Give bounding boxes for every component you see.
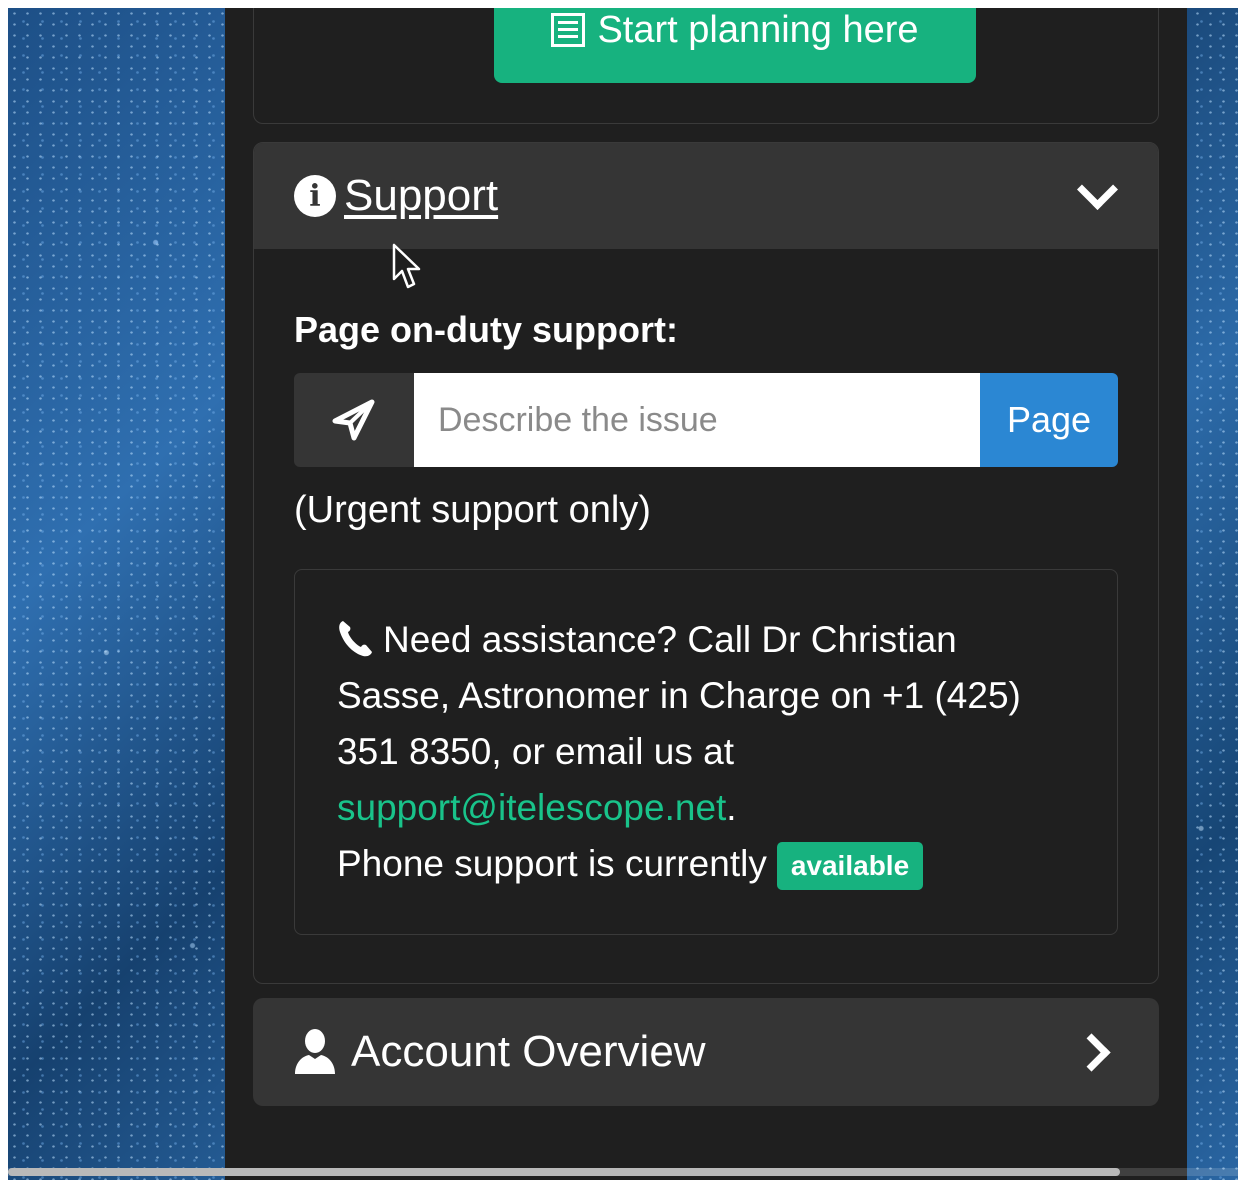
assistance-text: Need assistance? Call Dr Christian Sasse…	[337, 619, 1021, 772]
page-button[interactable]: Page	[980, 373, 1118, 467]
info-circle-icon: i	[294, 175, 336, 217]
start-planning-button[interactable]: Start planning here	[494, 8, 976, 83]
urgent-support-note: (Urgent support only)	[294, 489, 651, 531]
support-email-link[interactable]: support@itelescope.net	[337, 787, 726, 828]
user-icon	[295, 1029, 335, 1074]
scrollbar-thumb[interactable]	[8, 1168, 1120, 1176]
support-card: i Support Page on-duty support: Page (Ur	[253, 142, 1159, 984]
support-title-link[interactable]: Support	[344, 171, 498, 221]
horizontal-scrollbar[interactable]	[8, 1168, 1238, 1176]
phone-icon	[339, 621, 372, 657]
planning-card: Start planning here	[253, 8, 1159, 124]
app-frame: Start planning here i Support Page on-du…	[8, 8, 1238, 1180]
start-planning-label: Start planning here	[597, 8, 919, 51]
assistance-box: Need assistance? Call Dr Christian Sasse…	[294, 569, 1118, 935]
support-header[interactable]: i Support	[254, 143, 1158, 249]
page-support-label: Page on-duty support:	[294, 309, 678, 350]
describe-issue-input[interactable]	[414, 373, 980, 467]
list-icon	[551, 13, 586, 47]
mouse-cursor-icon	[392, 243, 421, 289]
account-overview-header[interactable]: Account Overview	[253, 998, 1159, 1106]
assistance-period: .	[726, 787, 737, 828]
send-addon	[294, 373, 414, 467]
paper-plane-icon	[332, 399, 375, 441]
phone-status-text: Phone support is currently	[337, 843, 767, 884]
sidebar-panel: Start planning here i Support Page on-du…	[225, 8, 1187, 1180]
chevron-right-icon[interactable]	[1072, 1032, 1111, 1072]
page-support-input-group: Page	[294, 373, 1118, 467]
chevron-down-icon[interactable]	[1076, 168, 1119, 210]
status-badge: available	[776, 842, 924, 891]
account-overview-title: Account Overview	[351, 1027, 706, 1076]
